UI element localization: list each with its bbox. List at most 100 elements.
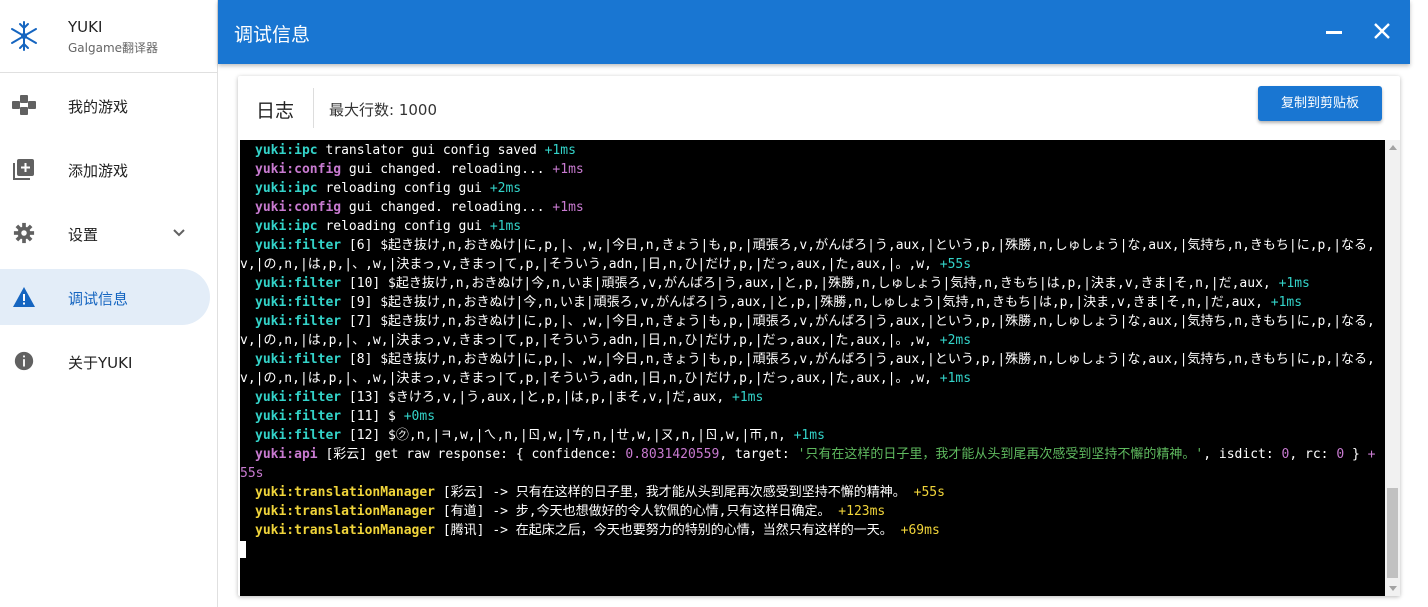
log-message: translator gui config saved <box>325 143 537 158</box>
chevron-down-icon[interactable] <box>171 225 187 241</box>
page-title: 调试信息 <box>234 24 311 46</box>
log-message: [10] $起き抜け,n,おきぬけ|今,n,いま|頑張ろ,v,がんばろ|う,au… <box>348 276 1271 291</box>
log-namespace: yuki:filter <box>255 390 342 405</box>
log-line: yuki:config gui changed. reloading... +1… <box>240 160 1380 179</box>
log-message: , target: <box>719 447 798 462</box>
log-namespace: yuki:filter <box>255 428 342 443</box>
scroll-down-arrow-icon[interactable] <box>1389 586 1397 591</box>
log-line: yuki:ipc reloading config gui +2ms <box>240 179 1380 198</box>
divider <box>313 88 314 128</box>
log-message: [腾讯] -> 在起床之后，今天也要努力的特别的心情，当然只有这样的一天。 <box>442 523 893 538</box>
log-message: , rc: <box>1289 447 1337 462</box>
log-line: yuki:ipc reloading config gui +1ms <box>240 217 1380 236</box>
sidebar-item-add-game[interactable]: 添加游戏 <box>0 141 210 197</box>
log-line: yuki:filter [10] $起き抜け,n,おきぬけ|今,n,いま|頑張ろ… <box>240 274 1380 293</box>
brand: YUKI Galgame翻译器 <box>0 0 217 73</box>
log-namespace: yuki:filter <box>255 295 342 310</box>
log-message: [7] $起き抜け,n,おきぬけ|に,p,|、,w,|今日,n,きょう|も,p,… <box>240 314 1375 348</box>
log-line: yuki:filter [6] $起き抜け,n,おきぬけ|に,p,|、,w,|今… <box>240 236 1380 274</box>
gear-icon <box>13 222 35 244</box>
log-message: [彩云] -> 只有在这样的日子里，我才能从头到尾再次感受到坚持不懈的精神。 <box>442 485 906 500</box>
log-namespace: yuki:translationManager <box>255 523 436 538</box>
log-message: [有道] -> 步,今天也想做好的令人钦佩的心情,只有这样日确定。 <box>442 504 831 519</box>
log-message: [12] $㋗,n,|ㅋ,w,|ㄟ,n,|ㄖ,w,|ㄘ,n,|ㄝ,w,|ㄡ,n,… <box>348 428 786 443</box>
log-line: yuki:translationManager [彩云] -> 只有在这样的日子… <box>240 483 1380 502</box>
sidebar-item-label: 调试信息 <box>68 290 129 308</box>
warning-icon <box>13 287 35 307</box>
log-delta: +123ms <box>838 504 886 519</box>
log-message: } <box>1344 447 1360 462</box>
log-line: yuki:ipc translator gui config saved +1m… <box>240 141 1380 160</box>
sidebar-item-my-games[interactable]: 我的游戏 <box>0 77 210 133</box>
close-icon[interactable] <box>1373 22 1391 40</box>
log-delta: +1ms <box>732 390 764 405</box>
add-box-icon <box>13 159 34 180</box>
log-namespace: yuki:ipc <box>255 219 318 234</box>
sidebar-item-label: 我的游戏 <box>68 98 129 116</box>
sidebar-item-label: 关于YUKI <box>68 354 133 372</box>
log-message: reloading config gui <box>325 181 482 196</box>
sidebar-item-debug-info[interactable]: 调试信息 <box>0 269 210 325</box>
log-delta: +1ms <box>552 200 584 215</box>
log-delta: +1ms <box>1270 295 1303 310</box>
log-message: , isdict: <box>1203 447 1282 462</box>
log-message: [6] $起き抜け,n,おきぬけ|に,p,|、,w,|今日,n,きょう|も,p,… <box>240 238 1375 272</box>
log-delta: +55s <box>913 485 945 500</box>
log-line: yuki:translationManager [有道] -> 步,今天也想做好… <box>240 502 1380 521</box>
log-delta: +2ms <box>939 333 972 348</box>
log-delta: +2ms <box>489 181 522 196</box>
log-delta: +55s <box>939 257 972 272</box>
log-card-title: 日志 <box>256 100 295 122</box>
log-message: [13] $きけろ,v,|う,aux,|と,p,|は,p,|まそ,v,|だ,au… <box>348 390 725 405</box>
gamepad-icon <box>12 95 36 115</box>
log-lines: yuki:ipc translator gui config saved +1m… <box>240 141 1380 559</box>
minimize-button[interactable] <box>1326 31 1342 34</box>
log-line: yuki:filter [11] $ +0ms <box>240 407 1380 426</box>
log-line: yuki:api [彩云] get raw response: { confid… <box>240 445 1380 483</box>
log-line: yuki:filter [8] $起き抜け,n,おきぬけ|に,p,|、,w,|今… <box>240 350 1380 388</box>
log-namespace: yuki:config <box>255 200 342 215</box>
app-subtitle: Galgame翻译器 <box>68 41 159 55</box>
sidebar-item-label: 添加游戏 <box>68 162 129 180</box>
sidebar-item-about[interactable]: 关于YUKI <box>0 333 210 389</box>
log-namespace: yuki:translationManager <box>255 485 436 500</box>
log-namespace: yuki:filter <box>255 409 342 424</box>
log-message: [11] $ <box>348 409 396 424</box>
log-message: [彩云] get raw response: { confidence: <box>325 447 626 462</box>
log-delta: +1ms <box>544 143 576 158</box>
log-line: yuki:filter [12] $㋗,n,|ㅋ,w,|ㄟ,n,|ㄖ,w,|ㄘ,… <box>240 426 1380 445</box>
log-delta: +0ms <box>403 409 436 424</box>
app-name: YUKI <box>68 18 103 36</box>
log-namespace: yuki:filter <box>255 352 342 367</box>
log-line: yuki:config gui changed. reloading... +1… <box>240 198 1380 217</box>
log-namespace: yuki:ipc <box>255 181 318 196</box>
log-delta: +1ms <box>552 162 584 177</box>
log-card-header: 日志 最大行数: 1000 复制到剪贴板 <box>238 76 1400 140</box>
sidebar: YUKI Galgame翻译器 我的游戏 添加游戏 设置 调试信息 关于YUKI <box>0 0 218 607</box>
snowflake-logo-icon <box>11 21 37 51</box>
app-bar: 调试信息 <box>218 0 1410 64</box>
log-delta: +1ms <box>939 371 972 386</box>
copy-to-clipboard-button[interactable]: 复制到剪贴板 <box>1258 86 1382 121</box>
log-delta: +1ms <box>489 219 522 234</box>
scroll-up-arrow-icon[interactable] <box>1389 145 1397 150</box>
sidebar-item-label: 设置 <box>68 226 99 244</box>
log-message: [9] $起き抜け,n,おきぬけ|今,n,いま|頑張ろ,v,がんばろ|う,aux… <box>348 295 1263 310</box>
console-prompt[interactable] <box>240 540 1380 559</box>
scrollbar-thumb[interactable] <box>1387 488 1398 578</box>
log-delta: +69ms <box>900 523 940 538</box>
text-cursor <box>240 541 246 558</box>
sidebar-item-settings[interactable]: 设置 <box>0 205 210 261</box>
log-namespace: yuki:config <box>255 162 342 177</box>
log-line: yuki:filter [9] $起き抜け,n,おきぬけ|今,n,いま|頑張ろ,… <box>240 293 1380 312</box>
log-namespace: yuki:filter <box>255 314 342 329</box>
log-string: '只有在这样的日子里，我才能从头到尾再次感受到坚持不懈的精神。' <box>797 447 1204 462</box>
log-delta: +1ms <box>793 428 825 443</box>
console-scrollbar[interactable] <box>1385 140 1400 596</box>
log-console[interactable]: yuki:ipc translator gui config saved +1m… <box>240 140 1385 596</box>
log-number: 0.8031420559 <box>625 447 720 462</box>
log-namespace: yuki:ipc <box>255 143 318 158</box>
log-message: gui changed. reloading... <box>348 200 545 215</box>
log-line: yuki:filter [7] $起き抜け,n,おきぬけ|に,p,|、,w,|今… <box>240 312 1380 350</box>
log-number: 0 <box>1336 447 1345 462</box>
